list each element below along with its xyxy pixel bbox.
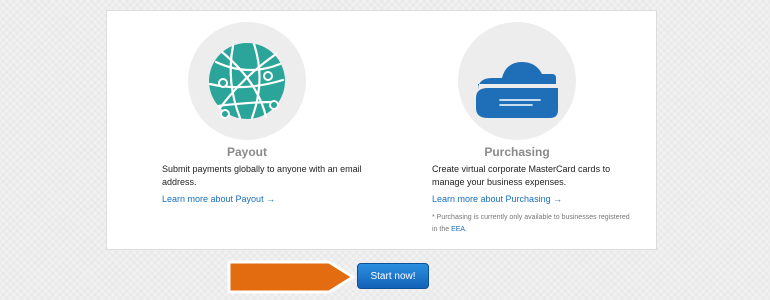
orange-arrow-icon [227,260,355,294]
purchasing-icon-circle [458,22,576,140]
payout-icon-circle [188,22,306,140]
globe-network-icon [208,42,285,120]
note-suffix: . [465,226,468,233]
learn-more-purchasing-link[interactable]: Learn more about Purchasing → [432,194,562,204]
products-card: Payout Submit payments globally to anyon… [106,10,657,250]
purchasing-availability-note: * Purchasing is currently only available… [432,212,632,236]
purchasing-title: Purchasing [484,145,550,159]
cloud-card-icon [476,62,558,118]
purchasing-description: Create virtual corporate MasterCard card… [432,164,611,187]
payout-description: Submit payments globally to anyone with … [162,164,362,187]
eea-link[interactable]: EEA [451,226,465,233]
start-now-button[interactable]: Start now! [357,263,429,289]
learn-more-payout-link[interactable]: Learn more about Payout → [162,194,275,204]
payout-title: Payout [226,145,267,159]
